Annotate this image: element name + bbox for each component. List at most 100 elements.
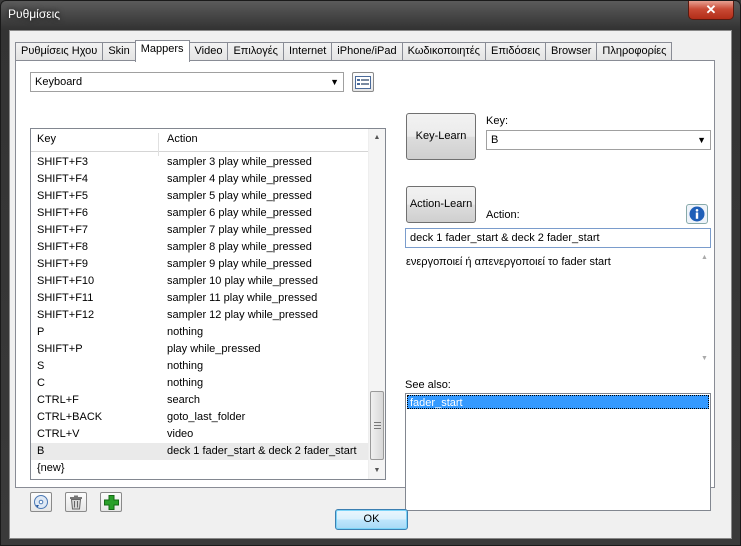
row-action: sampler 8 play while_pressed bbox=[167, 241, 312, 253]
row-key: {new} bbox=[37, 462, 65, 474]
table-row[interactable]: Snothing bbox=[31, 358, 369, 375]
table-row[interactable]: Pnothing bbox=[31, 324, 369, 341]
scroll-down-arrow-icon[interactable]: ▼ bbox=[369, 462, 385, 479]
table-row[interactable]: CTRL+F search bbox=[31, 392, 369, 409]
scroll-up-arrow-icon[interactable]: ▲ bbox=[701, 254, 708, 261]
load-mapper-button[interactable] bbox=[30, 492, 52, 512]
row-action: sampler 4 play while_pressed bbox=[167, 173, 312, 185]
row-action: search bbox=[167, 394, 201, 406]
action-label: Action: bbox=[486, 209, 520, 221]
tab-10[interactable]: Πληροφορίες bbox=[596, 42, 673, 61]
row-action: sampler 7 play while_pressed bbox=[167, 224, 312, 236]
tab-9[interactable]: Browser bbox=[545, 42, 597, 61]
table-row[interactable]: SHIFT+F8 sampler 8 play while_pressed bbox=[31, 239, 369, 256]
table-row[interactable]: SHIFT+F12 sampler 12 play while_pressed bbox=[31, 307, 369, 324]
row-key: SHIFT+F3 bbox=[37, 156, 89, 168]
row-action: play while_pressed bbox=[167, 343, 261, 355]
tab-7[interactable]: Κωδικοποιητές bbox=[401, 42, 485, 61]
plus-icon bbox=[103, 494, 119, 510]
mapping-list[interactable]: Key Action SHIFT+F3 sampler 3 play while_… bbox=[30, 128, 386, 480]
row-key: SHIFT+F9 bbox=[37, 258, 89, 270]
key-select[interactable]: B ▼ bbox=[486, 130, 711, 150]
list-options-icon bbox=[355, 75, 371, 89]
dialog-client-area: Ρυθμίσεις Ηχου Skin Mappers Video Επιλογές In… bbox=[9, 30, 732, 539]
scrollbar-thumb[interactable] bbox=[370, 391, 384, 460]
mapper-type-value: Keyboard bbox=[35, 76, 83, 88]
row-key: B bbox=[37, 445, 45, 457]
row-action: sampler 12 play while_pressed bbox=[167, 309, 319, 321]
table-row[interactable]: SHIFT+F6 sampler 6 play while_pressed bbox=[31, 205, 369, 222]
chevron-down-icon: ▼ bbox=[697, 135, 706, 145]
cd-refresh-icon bbox=[34, 495, 48, 509]
tab-1[interactable]: Skin bbox=[102, 42, 135, 61]
row-key: SHIFT+F7 bbox=[37, 224, 89, 236]
row-key: S bbox=[37, 360, 45, 372]
mapper-type-select[interactable]: Keyboard ▼ bbox=[30, 72, 344, 92]
table-row[interactable]: SHIFT+F4 sampler 4 play while_pressed bbox=[31, 171, 369, 188]
tab-6[interactable]: iPhone/iPad bbox=[331, 42, 402, 61]
column-header-key[interactable]: Key bbox=[37, 133, 56, 145]
table-row[interactable]: SHIFT+F3 sampler 3 play while_pressed bbox=[31, 154, 369, 171]
table-row[interactable]: SHIFT+P play while_pressed bbox=[31, 341, 369, 358]
key-label: Key: bbox=[486, 115, 509, 127]
table-row[interactable]: CTRL+V video bbox=[31, 426, 369, 443]
trash-icon bbox=[70, 495, 82, 509]
tab-0[interactable]: Ρυθμίσεις Ηχου bbox=[15, 42, 103, 61]
close-icon: ✕ bbox=[705, 2, 717, 17]
row-key: P bbox=[37, 326, 45, 338]
table-row[interactable]: Bdeck 1 fader_start & deck 2 fader_start bbox=[31, 443, 369, 460]
list-rows: SHIFT+F3 sampler 3 play while_pressed SHIF… bbox=[31, 154, 369, 477]
row-action: nothing bbox=[167, 377, 204, 389]
row-key: SHIFT+F5 bbox=[37, 190, 89, 202]
action-input[interactable]: deck 1 fader_start & deck 2 fader_start bbox=[405, 228, 711, 248]
tab-2[interactable]: Mappers bbox=[134, 40, 190, 62]
description-scrollbar[interactable]: ▲ ▼ bbox=[700, 250, 712, 366]
see-also-item[interactable]: fader_start bbox=[407, 395, 709, 409]
row-key: SHIFT+F11 bbox=[37, 292, 94, 304]
row-action: sampler 3 play while_pressed bbox=[167, 156, 312, 168]
row-key: SHIFT+F4 bbox=[37, 173, 89, 185]
tab-8[interactable]: Επιδόσεις bbox=[484, 42, 546, 61]
tab-5[interactable]: Internet bbox=[282, 42, 332, 61]
list-header: Key Action bbox=[31, 129, 369, 156]
row-key: CTRL+F bbox=[37, 394, 79, 406]
table-row[interactable]: SHIFT+F11 sampler 11 play while_pressed bbox=[31, 290, 369, 307]
scroll-down-arrow-icon[interactable]: ▼ bbox=[701, 355, 708, 362]
info-icon bbox=[689, 206, 705, 222]
mapper-options-button[interactable] bbox=[352, 72, 374, 92]
settings-window: Ρυθμίσεις ✕ Ρυθμίσεις Ηχου Skin Mappers Vid… bbox=[0, 0, 741, 546]
table-row[interactable]: {new} bbox=[31, 460, 369, 477]
row-action: nothing bbox=[167, 326, 204, 338]
close-button[interactable]: ✕ bbox=[688, 1, 734, 20]
description-text: ενεργοποιεί ή απενεργοποιεί το fader sta… bbox=[406, 256, 611, 268]
row-key: SHIFT+F12 bbox=[37, 309, 95, 321]
row-action: sampler 5 play while_pressed bbox=[167, 190, 312, 202]
key-learn-button[interactable]: Key-Learn bbox=[406, 113, 476, 160]
delete-mapping-button[interactable] bbox=[65, 492, 87, 512]
row-key: SHIFT+F10 bbox=[37, 275, 95, 287]
info-button[interactable] bbox=[686, 204, 708, 224]
ok-button[interactable]: OK bbox=[335, 509, 408, 530]
add-mapping-button[interactable] bbox=[100, 492, 122, 512]
row-key: CTRL+BACK bbox=[37, 411, 103, 423]
table-row[interactable]: SHIFT+F10 sampler 10 play while_pressed bbox=[31, 273, 369, 290]
window-title: Ρυθμίσεις bbox=[8, 7, 61, 21]
scroll-up-arrow-icon[interactable]: ▲ bbox=[369, 129, 385, 146]
column-separator[interactable] bbox=[158, 133, 159, 156]
action-learn-button[interactable]: Action-Learn bbox=[406, 186, 476, 223]
title-bar[interactable]: Ρυθμίσεις ✕ bbox=[1, 1, 740, 29]
column-header-action[interactable]: Action bbox=[167, 133, 198, 145]
row-action: sampler 6 play while_pressed bbox=[167, 207, 312, 219]
row-action: sampler 9 play while_pressed bbox=[167, 258, 312, 270]
tab-4[interactable]: Επιλογές bbox=[227, 42, 283, 61]
list-scrollbar[interactable]: ▲ ▼ bbox=[368, 129, 385, 479]
table-row[interactable]: CTRL+BACK goto_last_folder bbox=[31, 409, 369, 426]
table-row[interactable]: SHIFT+F9 sampler 9 play while_pressed bbox=[31, 256, 369, 273]
tab-3[interactable]: Video bbox=[188, 42, 228, 61]
table-row[interactable]: Cnothing bbox=[31, 375, 369, 392]
table-row[interactable]: SHIFT+F7 sampler 7 play while_pressed bbox=[31, 222, 369, 239]
see-also-list[interactable]: fader_start bbox=[405, 393, 711, 511]
row-action: goto_last_folder bbox=[167, 411, 246, 423]
row-key: C bbox=[37, 377, 45, 389]
table-row[interactable]: SHIFT+F5 sampler 5 play while_pressed bbox=[31, 188, 369, 205]
